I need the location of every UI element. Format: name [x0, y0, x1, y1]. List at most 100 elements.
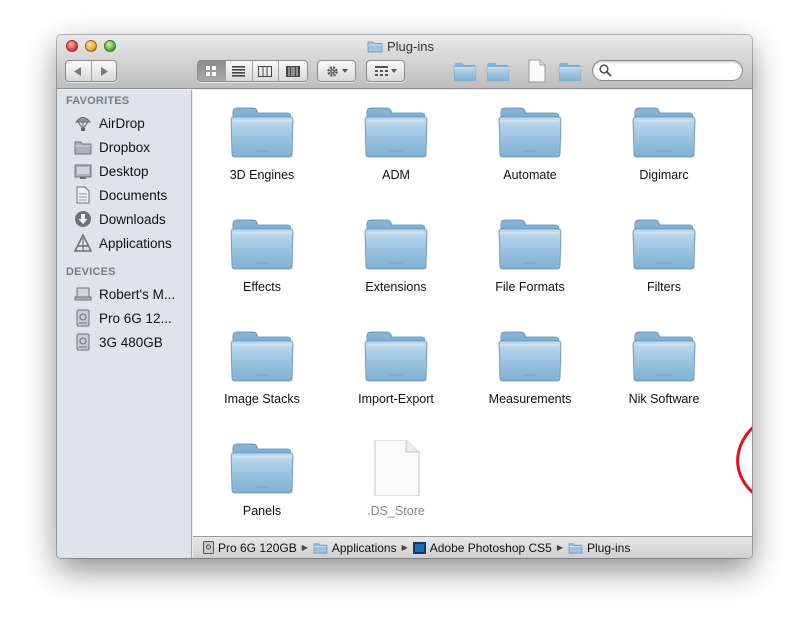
item-label: Import-Export: [358, 392, 434, 406]
sidebar-item-3g-480gb[interactable]: 3G 480GB: [73, 332, 191, 352]
folder-item[interactable]: Extensions: [329, 202, 463, 302]
folder-icon: [631, 104, 697, 160]
downloads-icon: [73, 210, 93, 228]
documents-icon: [73, 186, 93, 204]
file-item[interactable]: .DS_Store: [329, 426, 463, 526]
forward-button[interactable]: [92, 61, 117, 81]
minimize-button[interactable]: [85, 40, 97, 52]
sidebar-item-airdrop[interactable]: AirDrop: [73, 113, 191, 133]
zoom-button[interactable]: [104, 40, 116, 52]
chevron-down-icon: [390, 69, 397, 73]
coverflow-view-icon: [286, 65, 301, 77]
folder-item[interactable]: Effects: [195, 202, 329, 302]
item-label: Image Stacks: [224, 392, 300, 406]
item-label: ADM: [382, 168, 410, 182]
column-view-icon: [258, 65, 273, 77]
sidebar-item-desktop[interactable]: Desktop: [73, 161, 191, 181]
icon-view-icon: [206, 66, 217, 76]
folder-item-nik-software[interactable]: Nik Software: [597, 314, 731, 414]
airdrop-icon: [73, 114, 93, 132]
folder-icon: [229, 440, 295, 496]
disk-icon: [73, 333, 93, 351]
arrange-button-inner[interactable]: [367, 61, 404, 81]
file-browser: 3D Engines ADM Automate Digimarc Effects…: [193, 90, 752, 536]
list-view-icon: [232, 65, 246, 77]
item-label: Nik Software: [628, 392, 700, 406]
path-separator-icon: ▶: [301, 543, 308, 552]
sidebar-item-label: Robert's M...: [99, 286, 176, 302]
sidebar-item-roberts-mac[interactable]: Robert's M...: [73, 284, 191, 304]
sidebar-item-label: 3G 480GB: [99, 334, 163, 350]
search-field[interactable]: [592, 60, 743, 81]
folder-icon: [229, 328, 295, 384]
folder-icon: [363, 104, 429, 160]
back-button[interactable]: [66, 61, 92, 81]
list-view-button[interactable]: [226, 61, 253, 81]
item-label: Measurements: [488, 392, 572, 406]
path-bar: Pro 6G 120GB ▶ Applications ▶ Adobe Phot…: [193, 536, 752, 558]
toolbar-document-icon[interactable]: [527, 59, 547, 83]
toolbar-folder-icon[interactable]: [485, 62, 511, 82]
sidebar-item-downloads[interactable]: Downloads: [73, 209, 191, 229]
folder-item[interactable]: Digimarc: [597, 90, 731, 190]
column-view-button[interactable]: [253, 61, 280, 81]
folder-icon: [73, 138, 93, 156]
close-button[interactable]: [66, 40, 78, 52]
folder-item[interactable]: Filters: [597, 202, 731, 302]
folder-item[interactable]: Panels: [195, 426, 329, 526]
window-title-text: Plug-ins: [387, 38, 434, 54]
disk-icon: [203, 541, 214, 554]
sidebar-item-label: Downloads: [99, 211, 166, 227]
folder-item[interactable]: File Formats: [463, 202, 597, 302]
path-crumb[interactable]: Adobe Photoshop CS5: [412, 540, 552, 555]
sidebar-item-label: Desktop: [99, 163, 149, 179]
item-label: Filters: [646, 280, 682, 294]
folder-icon: [497, 104, 563, 160]
sidebar-item-pro-6g[interactable]: Pro 6G 12...: [73, 308, 191, 328]
laptop-icon: [73, 285, 93, 303]
folder-item[interactable]: Image Stacks: [195, 314, 329, 414]
sidebar-item-documents[interactable]: Documents: [73, 185, 191, 205]
folder-item[interactable]: Import-Export: [329, 314, 463, 414]
path-separator-icon: ▶: [556, 543, 563, 552]
applications-icon: [73, 234, 93, 252]
folder-item[interactable]: Measurements: [463, 314, 597, 414]
search-input[interactable]: [615, 63, 735, 78]
coverflow-view-button[interactable]: [279, 61, 307, 81]
folder-icon: [497, 216, 563, 272]
item-label: 3D Engines: [229, 168, 295, 182]
path-crumb[interactable]: Applications: [313, 541, 397, 555]
folder-icon: [631, 216, 697, 272]
toolbar-folder-icon[interactable]: [557, 62, 583, 82]
path-crumb-label: Adobe Photoshop CS5: [429, 540, 552, 555]
path-separator-icon: ▶: [401, 543, 408, 552]
item-label: Effects: [243, 280, 281, 294]
action-menu-button[interactable]: [317, 60, 356, 82]
action-button-inner[interactable]: [318, 61, 355, 81]
sidebar-item-label: Applications: [99, 235, 172, 251]
item-label: Automate: [503, 168, 557, 182]
item-label: Extensions: [365, 280, 427, 294]
folder-item[interactable]: 3D Engines: [195, 90, 329, 190]
sidebar-item-label: AirDrop: [99, 115, 145, 131]
arrange-grid-icon: [374, 66, 388, 76]
folder-icon: [367, 40, 383, 53]
folder-item[interactable]: Automate: [463, 90, 597, 190]
path-crumb[interactable]: Pro 6G 120GB: [203, 541, 297, 555]
toolbar: Plug-ins: [57, 35, 752, 89]
folder-item[interactable]: ADM: [329, 90, 463, 190]
sidebar-item-applications[interactable]: Applications: [73, 233, 191, 253]
sidebar-item-dropbox[interactable]: Dropbox: [73, 137, 191, 157]
item-label: File Formats: [495, 280, 565, 294]
path-crumb[interactable]: Plug-ins: [568, 541, 630, 555]
folder-icon: [363, 216, 429, 272]
view-mode-group: [197, 60, 308, 82]
arrange-menu-button[interactable]: [366, 60, 405, 82]
path-crumb-label: Plug-ins: [587, 540, 631, 555]
finder-window: Plug-ins FAVORITES AirDrop Dropbox Deskt…: [57, 35, 752, 558]
sidebar-item-label: Documents: [99, 187, 168, 203]
icon-view-button[interactable]: [198, 61, 226, 81]
item-label: Panels: [242, 504, 282, 518]
toolbar-folder-icon[interactable]: [452, 62, 478, 82]
highlight-circle: [730, 399, 752, 517]
